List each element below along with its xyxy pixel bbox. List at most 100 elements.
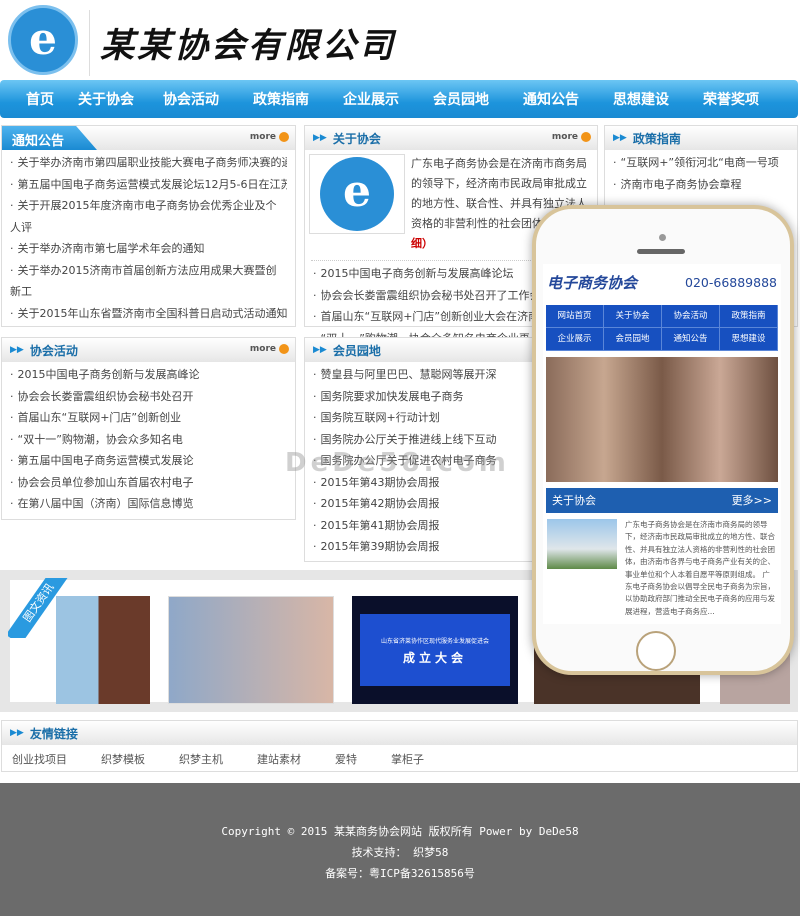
list-item[interactable]: “互联网+”领衔河北“电商一号项 — [613, 152, 789, 174]
list-item[interactable]: 关于举办济南市第七届学术年会的通知 — [10, 238, 287, 260]
tech-support: 技术支持： 织梦58 — [351, 846, 449, 859]
speaker-icon — [637, 249, 685, 254]
phone-nav: 网站首页 关于协会 协会活动 政策指南 企业展示 会员园地 通知公告 思想建设 — [546, 305, 778, 351]
friend-links-box: ▶▶ 友情链接 创业找项目 织梦模板 织梦主机 建站素材 爱特 掌柜子 — [1, 720, 798, 772]
footer: Copyright © 2015 某某商务协会网站 版权所有 Power by … — [0, 783, 800, 916]
notice-header: 通知公告 more — [2, 126, 295, 150]
list-item[interactable]: 首届山东“互联网+门店”创新创业 — [10, 407, 287, 429]
phone-tel: 020-66889888 — [685, 275, 777, 290]
activity-title: 协会活动 — [29, 343, 78, 358]
friend-link[interactable]: 掌柜子 — [391, 751, 424, 767]
list-item[interactable]: 协会会长娄雷震组织协会秘书处召开 — [10, 386, 287, 408]
phone-more-link[interactable]: 更多>> — [732, 488, 772, 513]
policy-list: “互联网+”领衔河北“电商一号项 济南市电子商务协会章程 — [605, 150, 797, 197]
list-item[interactable]: 2015年第41期协会周报 — [313, 515, 555, 537]
friend-link[interactable]: 建站素材 — [257, 751, 301, 767]
divider — [89, 10, 90, 76]
about-title: 关于协会 — [332, 131, 381, 146]
phone-about-image — [547, 519, 617, 569]
nav-thought[interactable]: 思想建设 — [596, 89, 686, 109]
about-more-link[interactable]: more — [552, 132, 591, 142]
site-logo[interactable]: e — [8, 5, 78, 75]
member-header: ▶▶ 会员园地 — [305, 338, 563, 362]
double-arrow-icon: ▶▶ — [613, 133, 627, 143]
phone-nav-item[interactable]: 会员园地 — [604, 328, 662, 351]
friend-link[interactable]: 爱特 — [335, 751, 357, 767]
list-item[interactable]: 2015年第39期协会周报 — [313, 536, 555, 558]
policy-title: 政策指南 — [632, 131, 681, 146]
list-item[interactable]: 关于2015年山东省暨济南市全国科普日启动式活动通知 — [10, 303, 288, 325]
nav-activity[interactable]: 协会活动 — [146, 89, 236, 109]
list-item[interactable]: 关于举办济南市第四届职业技能大赛电子商务师决赛的通 — [10, 152, 288, 174]
gallery-photo[interactable] — [168, 596, 334, 704]
phone-mockup: 电子商务协会 020-66889888 网站首页 关于协会 协会活动 政策指南 企… — [532, 205, 794, 675]
list-item[interactable]: 协会会员单位参加山东首届农村电子 — [10, 472, 287, 494]
copyright: Copyright © 2015 某某商务协会网站 版权所有 Power by … — [221, 825, 579, 838]
list-item[interactable]: 国务院办公厅关于推进线上线下互动 — [313, 429, 555, 451]
phone-site-name: 电子商务协会 — [547, 274, 638, 292]
notice-list: 关于举办济南市第四届职业技能大赛电子商务师决赛的通 第五届中国电子商务运营模式发… — [2, 150, 295, 326]
camera-icon — [659, 234, 666, 241]
notice-more-link[interactable]: more — [250, 132, 289, 142]
phone-about-text: 广东电子商务协会是在济南市商务局的领导下，经济南市民政局审批成立的地方性、联合性… — [625, 520, 775, 616]
phone-banner-photo[interactable] — [546, 357, 778, 482]
nav-notice[interactable]: 通知公告 — [506, 89, 596, 109]
friend-link[interactable]: 创业找项目 — [12, 751, 67, 767]
list-item[interactable]: 国务院互联网+行动计划 — [313, 407, 555, 429]
nav-policy[interactable]: 政策指南 — [236, 89, 326, 109]
more-arrow-icon — [279, 132, 289, 142]
activity-list: 2015中国电子商务创新与发展高峰论 协会会长娄雷震组织协会秘书处召开 首届山东… — [2, 362, 295, 517]
list-item[interactable]: 2015中国电子商务创新与发展高峰论 — [10, 364, 287, 386]
phone-screen: 电子商务协会 020-66889888 网站首页 关于协会 协会活动 政策指南 企… — [543, 264, 781, 624]
nav-honor[interactable]: 荣誉奖项 — [686, 89, 776, 109]
friend-links-title: 友情链接 — [29, 726, 78, 741]
double-arrow-icon: ▶▶ — [313, 345, 327, 355]
phone-nav-item[interactable]: 思想建设 — [720, 328, 778, 351]
double-arrow-icon: ▶▶ — [10, 728, 24, 738]
about-logo-image: e — [309, 154, 405, 234]
double-arrow-icon: ▶▶ — [10, 345, 24, 355]
member-title: 会员园地 — [332, 343, 381, 358]
nav-home[interactable]: 首页 — [14, 89, 66, 109]
gallery-photo[interactable] — [56, 596, 150, 704]
list-item[interactable]: “双十一”购物潮，协会众多知名电 — [10, 429, 287, 451]
nav-enterprise[interactable]: 企业展示 — [326, 89, 416, 109]
list-item[interactable]: 2015年第42期协会周报 — [313, 493, 555, 515]
phone-nav-item[interactable]: 关于协会 — [604, 305, 662, 328]
slide-title: 山东省济莱协作区现代服务业发展促进会 — [380, 638, 489, 645]
list-item[interactable]: 关于举办2015济南市首届创新方法应用成果大赛暨创新工 — [10, 260, 280, 303]
list-item[interactable]: 在第八届中国（济南）国际信息博览 — [10, 493, 287, 515]
friend-links-header: ▶▶ 友情链接 — [2, 721, 797, 745]
phone-nav-item[interactable]: 网站首页 — [546, 305, 604, 328]
list-item[interactable]: 第五届中国电子商务运营模式发展论 — [10, 450, 287, 472]
list-item[interactable]: 第五届中国电子商务运营模式发展论坛12月5-6日在江苏 — [10, 174, 288, 196]
about-header: ▶▶ 关于协会 more — [305, 126, 597, 150]
home-button[interactable] — [636, 631, 676, 671]
gallery-photo[interactable]: 山东省济莱协作区现代服务业发展促进会 成立大会 — [352, 596, 518, 704]
phone-nav-item[interactable]: 通知公告 — [662, 328, 720, 351]
nav-about[interactable]: 关于协会 — [66, 89, 146, 109]
double-arrow-icon: ▶▶ — [313, 133, 327, 143]
list-item[interactable]: 济南市电子商务协会章程 — [613, 174, 789, 196]
friend-link[interactable]: 织梦主机 — [179, 751, 223, 767]
list-item[interactable]: 关于开展2015年度济南市电子商务协会优秀企业及个人评 — [10, 195, 287, 238]
list-item[interactable]: 国务院要求加快发展电子商务 — [313, 386, 555, 408]
activity-header: ▶▶ 协会活动 more — [2, 338, 295, 362]
phone-about-bar: 关于协会 更多>> — [546, 488, 778, 513]
watermark: DeDe58.com — [285, 448, 510, 478]
more-arrow-icon — [279, 344, 289, 354]
notice-title: 通知公告 — [2, 126, 97, 150]
notice-box: 通知公告 more 关于举办济南市第四届职业技能大赛电子商务师决赛的通 第五届中… — [1, 125, 296, 327]
friend-link[interactable]: 织梦模板 — [101, 751, 145, 767]
slide-subtitle: 成立大会 — [402, 651, 467, 665]
phone-nav-item[interactable]: 协会活动 — [662, 305, 720, 328]
activity-more-link[interactable]: more — [250, 344, 289, 354]
nav-member[interactable]: 会员园地 — [416, 89, 506, 109]
policy-header: ▶▶ 政策指南 — [605, 126, 797, 150]
site-brand: 某某协会有限公司 — [100, 26, 396, 66]
icp-number: 备案号：粤ICP备32615856号 — [325, 867, 475, 880]
list-item[interactable]: 赞皇县与阿里巴巴、慧聪网等展开深 — [313, 364, 555, 386]
phone-nav-item[interactable]: 政策指南 — [720, 305, 778, 328]
more-arrow-icon — [581, 132, 591, 142]
phone-nav-item[interactable]: 企业展示 — [546, 328, 604, 351]
